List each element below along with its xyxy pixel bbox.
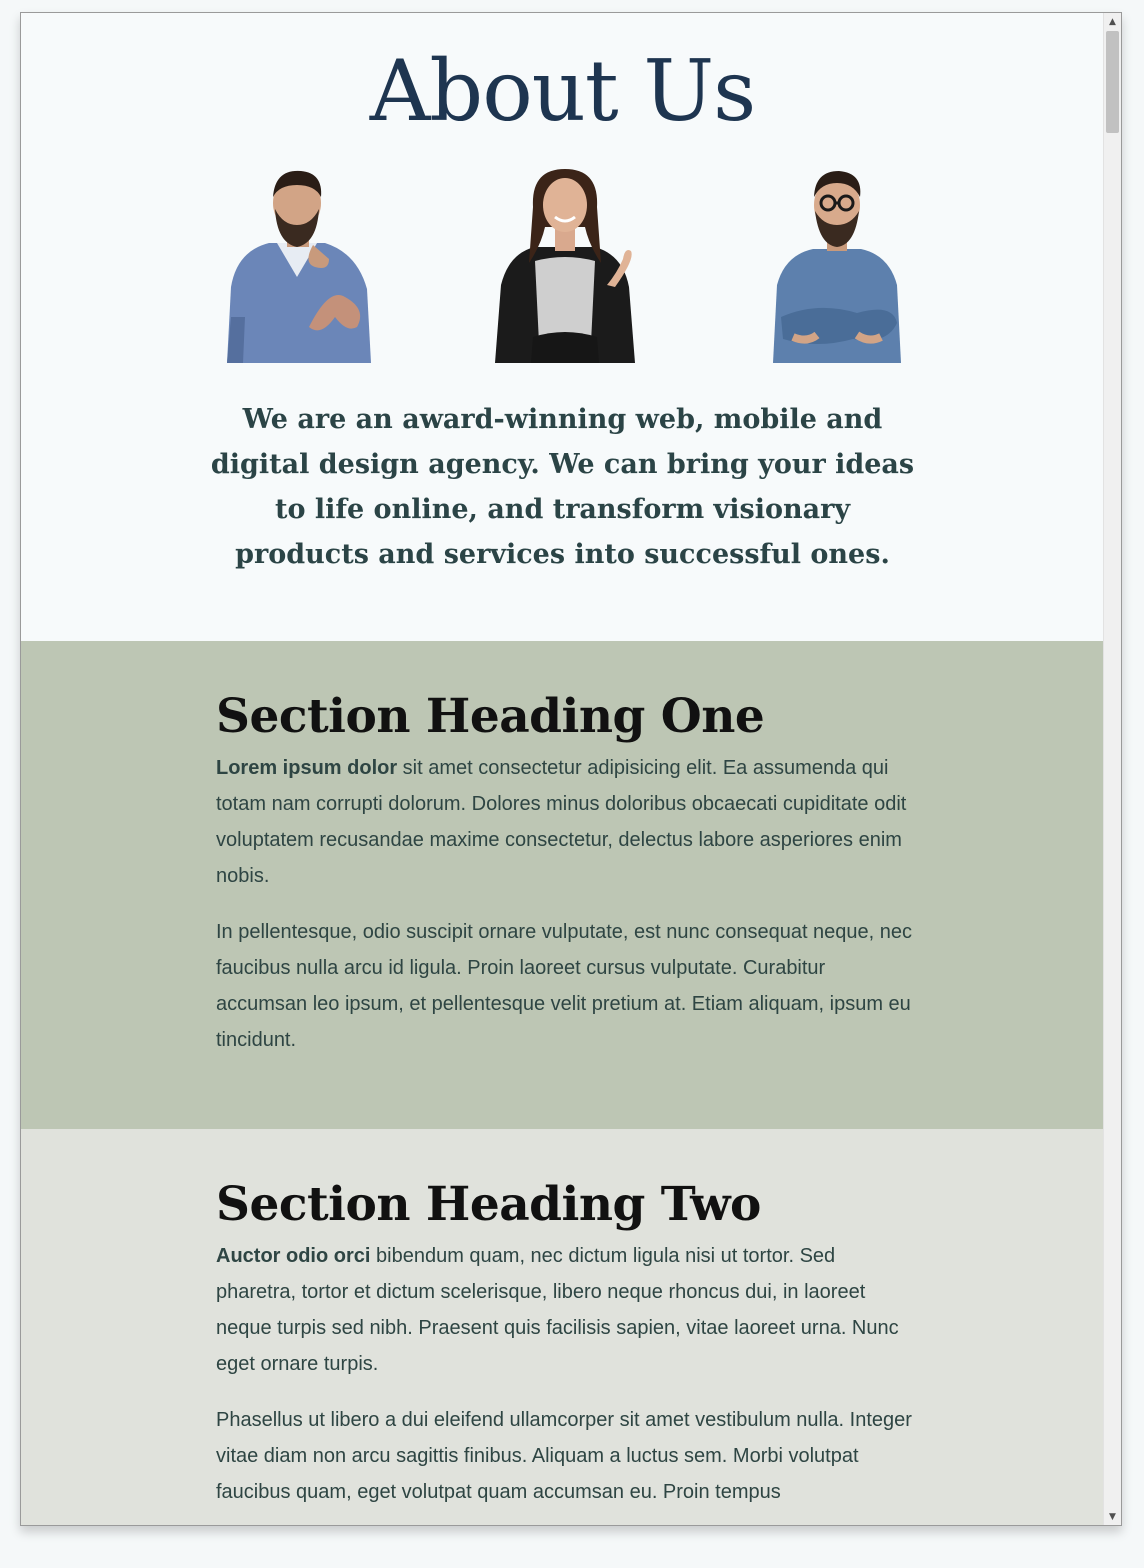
man-bearded-thinking-icon (227, 171, 371, 364)
team-member-2-photo (485, 167, 645, 364)
team-photos (21, 167, 1104, 367)
team-member-1-photo (217, 167, 377, 364)
section-one-paragraph-2: In pellentesque, odio suscipit ornare vu… (216, 921, 913, 1051)
vertical-scrollbar[interactable]: ▲ ▼ (1103, 13, 1121, 1525)
section-one-paragraph-1: Lorem ipsum dolor sit amet consectetur a… (216, 750, 916, 894)
woman-smiling-icon (495, 169, 635, 364)
scroll-down-arrow-icon[interactable]: ▼ (1104, 1508, 1121, 1525)
section-two-paragraph-2: Phasellus ut libero a dui eleifend ullam… (216, 1409, 912, 1503)
section-two: Section Heading Two Auctor odio orci bib… (21, 1129, 1104, 1525)
section-two-lead-bold: Auctor odio orci (216, 1245, 371, 1267)
section-one-lead-bold: Lorem ipsum dolor (216, 757, 398, 779)
section-one-heading: Section Heading One (216, 689, 765, 744)
man-glasses-arms-crossed-icon (773, 171, 901, 364)
about-hero: About Us We are an award-winning web, mo… (21, 13, 1104, 641)
page-title: About Us (369, 42, 756, 140)
scroll-up-arrow-icon[interactable]: ▲ (1104, 13, 1121, 30)
section-one: Section Heading One Lorem ipsum dolor si… (21, 641, 1104, 1129)
browser-window: About Us We are an award-winning web, mo… (20, 12, 1122, 1526)
intro-text: We are an award-winning web, mobile and … (210, 404, 915, 571)
page-viewport: About Us We are an award-winning web, mo… (21, 13, 1104, 1525)
scrollbar-thumb[interactable] (1106, 31, 1119, 133)
section-two-paragraph-1: Auctor odio orci bibendum quam, nec dict… (216, 1238, 916, 1382)
section-two-heading: Section Heading Two (216, 1177, 761, 1232)
team-member-3-photo (757, 167, 917, 364)
